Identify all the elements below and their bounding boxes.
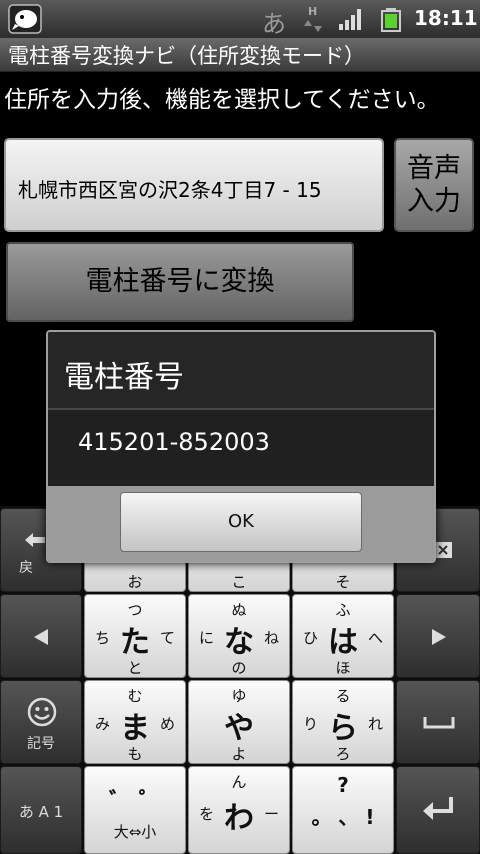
key-ya[interactable]: ゆ や よ — [188, 680, 290, 764]
key-na[interactable]: ぬ に な ね の — [188, 594, 290, 678]
key-ta[interactable]: つ ち た て と — [84, 594, 186, 678]
voice-button-line2: 入力 — [407, 186, 461, 217]
battery-icon — [381, 8, 401, 32]
data-indicator: H — [308, 5, 317, 18]
enter-icon — [423, 797, 453, 820]
key-ra-bottom: ろ — [335, 745, 351, 763]
key-o-label: お — [127, 573, 143, 591]
enter-key[interactable] — [396, 766, 480, 854]
key-ha[interactable]: ふ ひ は へ ほ — [292, 594, 394, 678]
dialog-message: 415201-852003 — [78, 428, 270, 456]
ok-button[interactable]: OK — [120, 492, 362, 552]
punct-bottom: 。 、 ! — [311, 805, 375, 829]
signal-icon — [339, 9, 361, 30]
key-ra[interactable]: る り ら れ ろ — [292, 680, 394, 764]
key-na-right: ね — [263, 629, 279, 647]
space-icon — [423, 717, 455, 729]
symbol-key-label: 記号 — [27, 736, 55, 752]
key-na-bottom: の — [231, 659, 247, 677]
dakuten-sub-label: 大⇔小 — [113, 823, 157, 841]
status-bar: あ H 18:11 — [0, 0, 480, 38]
cursor-left-key[interactable] — [0, 594, 82, 678]
dakuten-label: ゛ ゜ — [109, 789, 161, 814]
key-wa-top: ん — [231, 773, 247, 791]
data-transfer-icon: H — [304, 5, 322, 32]
key-ra-right: れ — [367, 715, 383, 733]
punct-top: ? — [337, 773, 349, 797]
back-arrow-icon — [25, 533, 45, 547]
key-ma[interactable]: む み ま め も — [84, 680, 186, 764]
key-ma-right: め — [159, 715, 175, 733]
key-ya-bottom: よ — [231, 745, 247, 763]
instruction-text: 住所を入力後、機能を選択してください。 — [4, 87, 440, 113]
arrow-left-icon — [34, 629, 48, 645]
voice-input-button[interactable]: 音声 入力 — [394, 138, 474, 232]
voice-button-line1: 音声 — [407, 153, 461, 184]
app-icon — [8, 4, 42, 34]
convert-to-pole-number-button[interactable]: 電柱番号に変換 — [6, 242, 354, 322]
pole-number-dialog: 電柱番号 415201-852003 OK — [46, 330, 436, 563]
dialog-title: 電柱番号 — [64, 360, 184, 395]
dialog-body: 415201-852003 — [48, 410, 434, 486]
key-wa-right: ー — [263, 805, 279, 823]
key-ta-bottom: と — [127, 659, 143, 677]
key-ma-bottom: も — [127, 745, 143, 763]
cursor-right-key[interactable] — [396, 594, 480, 678]
dialog-footer: OK — [48, 486, 434, 561]
key-ya-center: や — [224, 711, 254, 746]
dakuten-key[interactable]: ゛ ゜ 大⇔小 — [84, 766, 186, 854]
ime-indicator: あ — [262, 10, 286, 38]
address-input[interactable]: 札幌市西区宮の沢2条4丁目7 - 15 — [4, 138, 384, 232]
key-ha-bottom: ほ — [335, 659, 351, 677]
key-ko-label: こ — [231, 573, 247, 591]
symbol-key[interactable]: 記号 — [0, 680, 82, 764]
title-bar: 電柱番号変換ナビ（住所変換モード） — [0, 38, 480, 72]
arrow-right-icon — [432, 629, 446, 645]
key-ha-right: へ — [367, 629, 383, 647]
clock: 18:11 — [414, 6, 478, 30]
key-so-label: そ — [335, 573, 351, 591]
input-mode-key[interactable]: あ A 1 — [0, 766, 82, 854]
dialog-header: 電柱番号 — [48, 332, 434, 410]
key-ta-right: て — [159, 629, 175, 647]
app-title: 電柱番号変換ナビ（住所変換モード） — [8, 44, 365, 68]
input-mode-label: あ A 1 — [18, 803, 64, 821]
space-key[interactable] — [396, 680, 480, 764]
key-wa[interactable]: ん を わ ー — [188, 766, 290, 854]
smiley-icon — [27, 697, 57, 727]
punctuation-key[interactable]: ? 。 、 ! — [292, 766, 394, 854]
